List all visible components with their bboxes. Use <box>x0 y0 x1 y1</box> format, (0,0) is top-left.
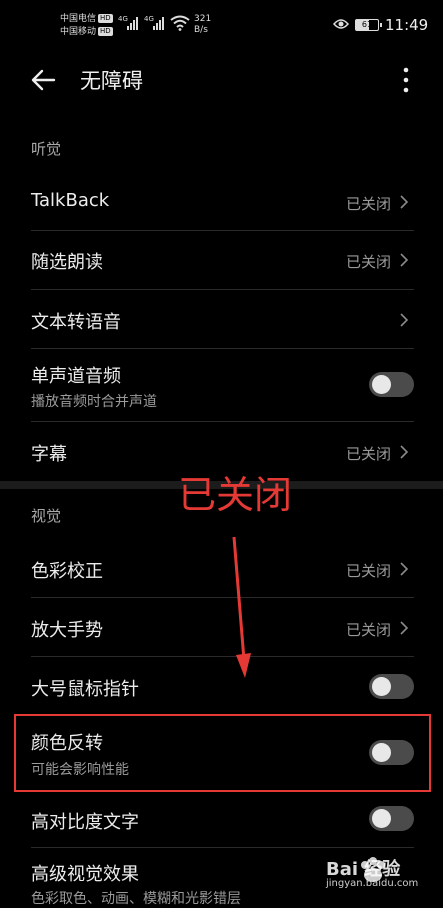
row-label: 色彩校正 <box>31 561 103 582</box>
row-status: 已关闭 <box>345 562 391 580</box>
row-label: 放大手势 <box>31 620 103 641</box>
row-subtitle: 色彩取色、动画、模糊和光影错层 <box>31 891 241 907</box>
more-options-icon[interactable] <box>396 64 416 96</box>
wifi-icon <box>170 15 190 31</box>
row-label: 高对比度文字 <box>31 812 139 833</box>
chevron-right-icon <box>400 445 409 459</box>
clock: 11:49 <box>385 16 429 34</box>
speed-value: 321 <box>194 14 212 24</box>
row-status: 已关闭 <box>345 253 391 271</box>
row-talkback[interactable]: TalkBack 已关闭 <box>0 172 443 230</box>
battery-icon: 61 <box>355 19 382 31</box>
toggle-knob <box>372 375 391 394</box>
carrier-2: 中国移动 <box>60 27 97 37</box>
signal-icon-2 <box>153 17 164 30</box>
chevron-right-icon <box>400 562 409 576</box>
eye-icon <box>333 19 349 29</box>
row-status: 已关闭 <box>345 445 391 463</box>
back-arrow-icon[interactable] <box>28 64 60 96</box>
chevron-right-icon <box>400 253 409 267</box>
row-high-contrast[interactable]: 高对比度文字 <box>0 791 443 847</box>
watermark-url: jingyan.baidu.com <box>326 878 419 889</box>
network-speed: 321 B/s <box>194 14 211 36</box>
hd-badge-2: HD <box>98 27 113 36</box>
row-mono-audio[interactable]: 单声道音频 播放音频时合并声道 <box>0 349 443 421</box>
high-contrast-toggle[interactable] <box>369 806 414 831</box>
row-label: 字幕 <box>31 444 67 465</box>
battery-level: 61 <box>361 20 373 29</box>
toggle-knob <box>372 677 391 696</box>
speed-unit: B/s <box>194 25 208 35</box>
section-vision: 视觉 <box>31 507 62 525</box>
chevron-right-icon <box>400 313 409 327</box>
row-magnification[interactable]: 放大手势 已关闭 <box>0 598 443 656</box>
annotation-highlight-box <box>14 714 431 792</box>
carrier-info: 中国电信 HD 中国移动 HD <box>60 13 113 39</box>
mono-audio-toggle[interactable] <box>369 372 414 397</box>
row-status: 已关闭 <box>345 621 391 639</box>
carrier-1: 中国电信 <box>60 14 97 24</box>
row-status: 已关闭 <box>345 195 391 213</box>
row-label: 文本转语音 <box>31 312 121 333</box>
status-bar: 中国电信 HD 中国移动 HD 4G 4G 321 B/s 61 11:49 <box>0 0 443 52</box>
row-label: 单声道音频 <box>31 366 121 387</box>
row-large-pointer[interactable]: 大号鼠标指针 <box>0 657 443 715</box>
row-text-to-speech[interactable]: 文本转语音 <box>0 290 443 348</box>
row-label: TalkBack <box>31 190 110 211</box>
row-label: 大号鼠标指针 <box>31 679 139 700</box>
section-hearing: 听觉 <box>31 140 62 158</box>
row-label: 高级视觉效果 <box>31 864 139 885</box>
hd-badge-1: HD <box>98 14 113 23</box>
chevron-right-icon <box>400 621 409 635</box>
large-pointer-toggle[interactable] <box>369 674 414 699</box>
row-color-correction[interactable]: 色彩校正 已关闭 <box>0 539 443 597</box>
row-subtitle: 播放音频时合并声道 <box>31 394 157 410</box>
annotation-arrow-icon <box>232 536 251 678</box>
toggle-knob <box>372 809 391 828</box>
annotation-text: 已关闭 <box>178 473 293 517</box>
row-label: 随选朗读 <box>31 252 103 273</box>
signal-icon <box>127 17 138 30</box>
app-bar: 无障碍 <box>0 52 443 108</box>
row-select-to-speak[interactable]: 随选朗读 已关闭 <box>0 231 443 289</box>
page-title: 无障碍 <box>80 69 143 93</box>
chevron-right-icon <box>400 195 409 209</box>
